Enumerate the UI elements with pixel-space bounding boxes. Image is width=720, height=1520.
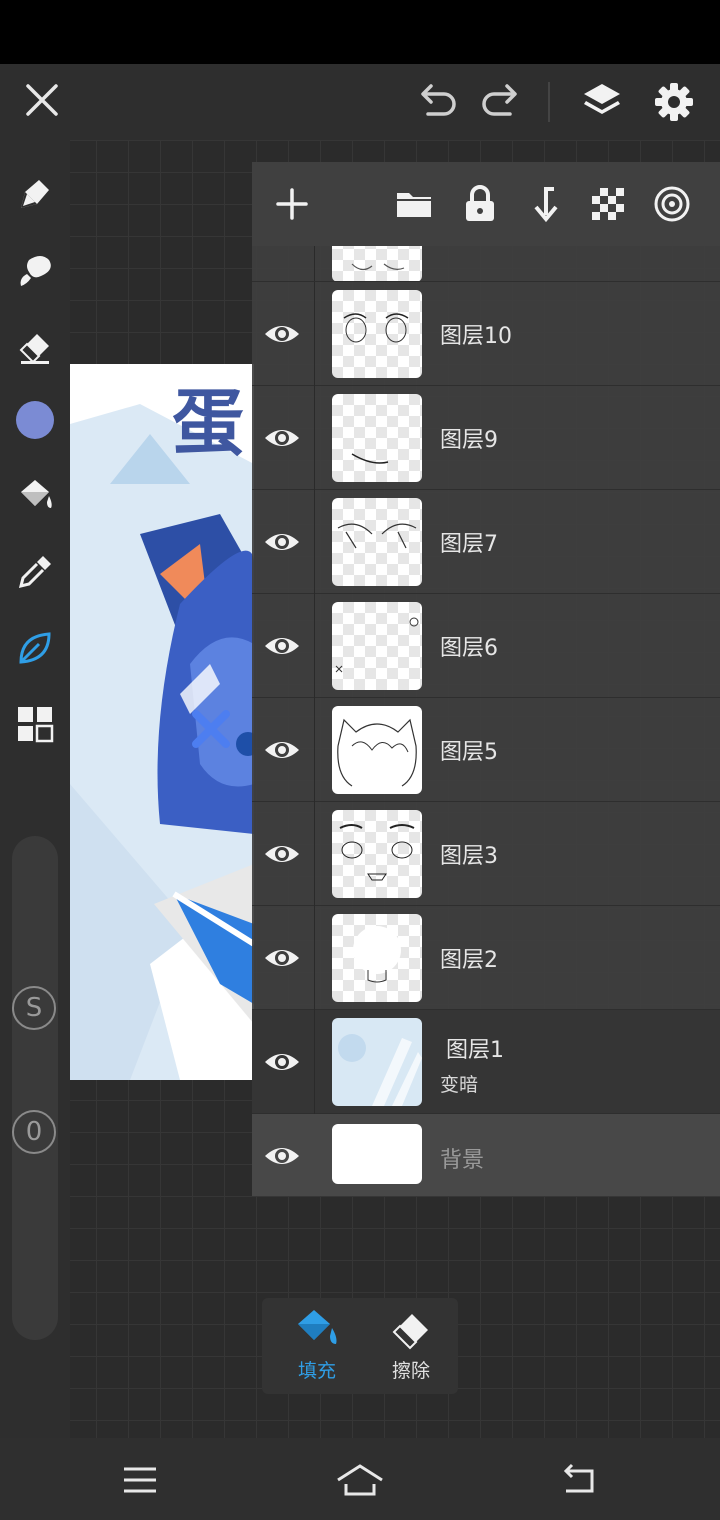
layer-name: 图层3 (440, 844, 498, 869)
layer-name: 背景 (440, 1148, 485, 1173)
eye-icon[interactable] (262, 938, 302, 978)
layer-row[interactable]: 图层3 (252, 802, 720, 906)
eraser-icon (392, 1314, 428, 1350)
layer-thumbnail (332, 706, 422, 794)
layer-name: 图层9 (440, 428, 498, 453)
layer-thumbnail (332, 290, 422, 378)
canvas-art-text: 蛋 (172, 380, 245, 465)
fill-bucket-icon (298, 1310, 337, 1344)
folder-icon[interactable] (392, 182, 436, 226)
layer-name: 图层5 (440, 740, 498, 765)
fill-bucket-icon[interactable] (11, 470, 59, 518)
layer-thumbnail (332, 246, 422, 281)
eye-icon[interactable] (262, 626, 302, 666)
checkerboard-icon[interactable] (586, 182, 630, 226)
eye-icon[interactable] (262, 1136, 302, 1176)
layer-row-background[interactable]: 背景 (252, 1114, 720, 1196)
layer-thumbnail (332, 1124, 422, 1184)
layer-row[interactable]: 图层5 (252, 698, 720, 802)
menu-icon[interactable] (110, 1452, 170, 1508)
layer-name: 图层1 (446, 1038, 504, 1063)
layer-row[interactable]: 图层2 (252, 906, 720, 1010)
layer-thumbnail (332, 1018, 422, 1106)
settings-icon[interactable] (650, 78, 698, 126)
layer-name: 图层10 (440, 324, 512, 349)
layer-thumbnail (332, 498, 422, 586)
eraser-icon[interactable] (11, 322, 59, 370)
layer-row[interactable]: 图层9 (252, 386, 720, 490)
layer-row[interactable]: 图层7 (252, 490, 720, 594)
layer-name: 图层2 (440, 948, 498, 973)
eye-icon[interactable] (262, 522, 302, 562)
system-nav-bar (0, 1438, 720, 1520)
undo-icon[interactable] (414, 80, 460, 124)
erase-button[interactable]: 擦除 (370, 1306, 452, 1390)
eye-icon[interactable] (262, 730, 302, 770)
layer-panel-toolbar (252, 162, 720, 246)
close-icon[interactable] (20, 78, 64, 122)
add-layer-icon[interactable] (270, 182, 314, 226)
layer-thumbnail (332, 914, 422, 1002)
lock-icon[interactable] (458, 182, 502, 226)
grid-tool-icon[interactable] (11, 700, 59, 748)
erase-label: 擦除 (391, 1360, 430, 1382)
color-swatch[interactable] (11, 396, 59, 444)
canvas-artwork[interactable]: 蛋 (70, 364, 254, 1080)
brush-slider-track[interactable] (12, 836, 58, 1340)
layers-icon[interactable] (578, 78, 626, 126)
leaf-tool-icon[interactable] (11, 624, 59, 672)
layer-row-partial[interactable] (252, 246, 720, 282)
eye-icon[interactable] (262, 1042, 302, 1082)
clipping-icon[interactable] (650, 182, 694, 226)
status-bar (0, 0, 720, 64)
eye-icon[interactable] (262, 418, 302, 458)
eye-icon[interactable] (262, 834, 302, 874)
layer-thumbnail (332, 394, 422, 482)
fill-erase-toolbar: 填充 擦除 (262, 1298, 458, 1394)
home-icon[interactable] (330, 1452, 390, 1508)
layer-panel: 图层10 图层9 图层7 图层6 图层5 图层3 图层2 图层1 变暗 背景 (252, 162, 720, 1196)
fill-button[interactable]: 填充 (276, 1306, 358, 1390)
fill-label: 填充 (297, 1360, 336, 1382)
back-icon[interactable] (548, 1452, 608, 1508)
merge-down-icon[interactable] (522, 182, 566, 226)
brush-icon[interactable] (11, 246, 59, 294)
opacity-slider-label[interactable]: 0 (12, 1110, 56, 1154)
layer-row[interactable]: 图层6 (252, 594, 720, 698)
top-toolbar (0, 64, 720, 140)
pen-icon[interactable] (11, 170, 59, 218)
toolbar-divider (548, 82, 550, 122)
layer-thumbnail (332, 810, 422, 898)
eyedropper-icon[interactable] (11, 548, 59, 596)
layer-thumbnail (332, 602, 422, 690)
eye-icon[interactable] (262, 314, 302, 354)
layer-row-selected[interactable]: 图层1 变暗 (252, 1010, 720, 1114)
layer-name: 图层6 (440, 636, 498, 661)
redo-icon[interactable] (478, 80, 524, 124)
layer-row[interactable]: 图层10 (252, 282, 720, 386)
layer-blend-mode[interactable]: 变暗 (440, 1070, 478, 1097)
size-slider-label[interactable]: S (12, 986, 56, 1030)
layer-name: 图层7 (440, 532, 498, 557)
